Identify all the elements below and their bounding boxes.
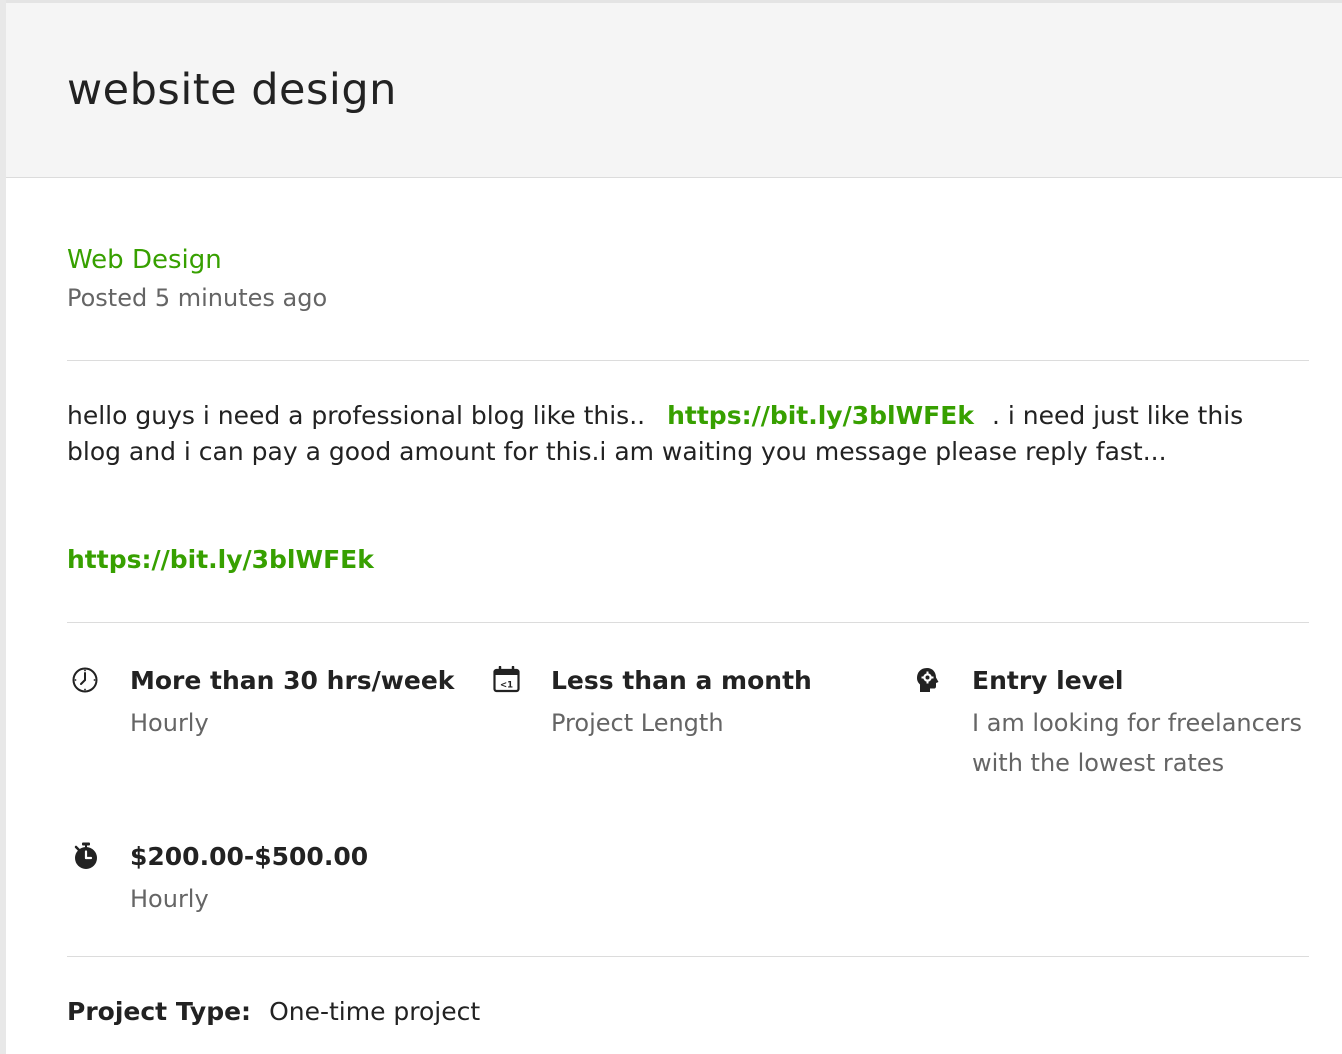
job-category-link[interactable]: Web Design: [67, 244, 222, 276]
svg-text:<1: <1: [500, 681, 513, 691]
job-title: website design: [67, 65, 397, 115]
feature-length: <1 Less than a month Project Length: [493, 665, 873, 746]
feature-hours: More than 30 hrs/week Hourly: [72, 666, 455, 746]
calendar-icon: <1: [493, 665, 521, 694]
head-gear-icon: [914, 666, 942, 694]
divider: [67, 360, 1309, 361]
feature-budget: $200.00-$500.00 Hourly: [72, 842, 452, 922]
project-type-label: Project Type:: [67, 997, 252, 1026]
divider: [67, 622, 1309, 623]
clock-icon: [72, 666, 100, 694]
level-sub: I am looking for freelancers with the lo…: [972, 709, 1302, 777]
hours-label: More than 30 hrs/week: [130, 666, 455, 695]
stopwatch-icon: [72, 842, 100, 870]
project-type-value: One-time project: [269, 997, 481, 1026]
budget-sub: Hourly: [130, 885, 209, 913]
description-link[interactable]: https://bit.ly/3blWFEk: [67, 543, 374, 577]
divider: [67, 956, 1309, 957]
posted-time: Posted 5 minutes ago: [67, 284, 328, 312]
budget-label: $200.00-$500.00: [130, 842, 369, 871]
length-sub: Project Length: [551, 709, 724, 737]
hours-sub: Hourly: [130, 709, 209, 737]
feature-level: Entry level I am looking for freelancers…: [914, 666, 1314, 826]
description-inline-link[interactable]: https://bit.ly/3blWFEk: [667, 401, 974, 430]
project-type: Project Type: One-time project: [67, 995, 480, 1029]
job-description: hello guys i need a professional blog li…: [67, 398, 1297, 470]
job-details-page: website design Web Design Posted 5 minut…: [0, 0, 1342, 1054]
level-label: Entry level: [972, 666, 1124, 695]
length-label: Less than a month: [551, 666, 812, 695]
job-header: website design: [6, 0, 1342, 178]
description-text: hello guys i need a professional blog li…: [67, 401, 646, 430]
